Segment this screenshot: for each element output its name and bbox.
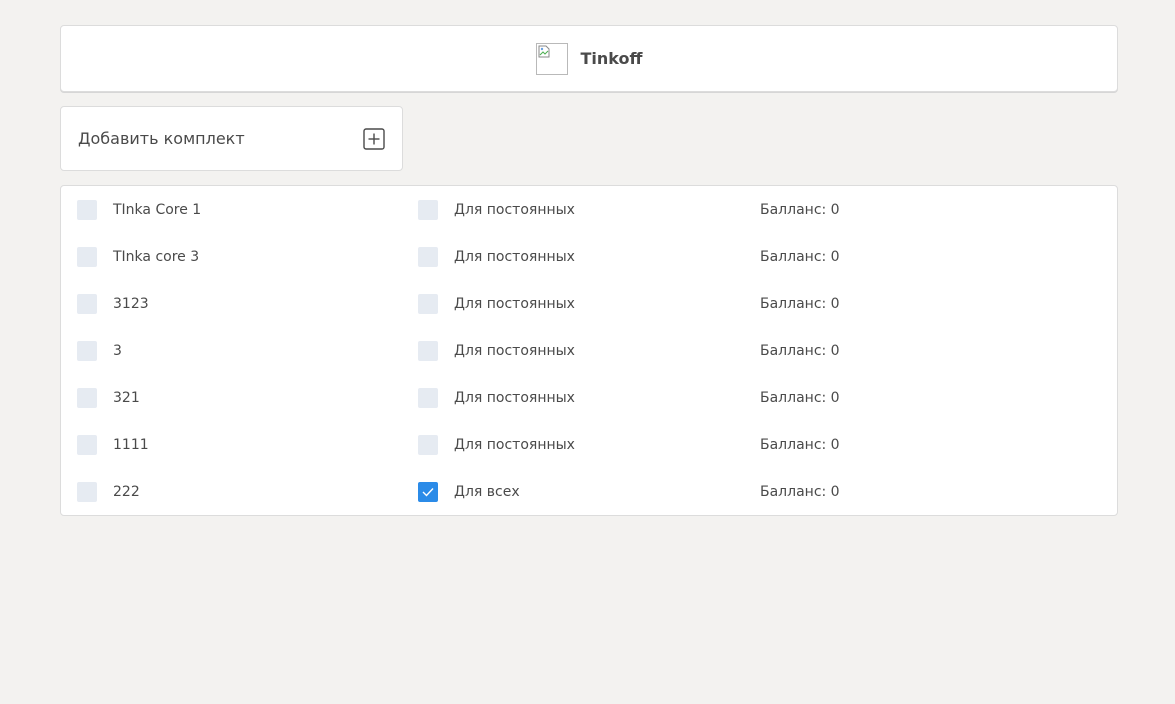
kit-type-label: Для постоянных bbox=[454, 296, 575, 312]
brand-name: Tinkoff bbox=[580, 49, 643, 68]
kit-type-checkbox[interactable] bbox=[418, 388, 438, 408]
kit-type-checkbox[interactable] bbox=[418, 294, 438, 314]
kits-list: TInka Core 1 Для постоянных Балланс: 0 TInk… bbox=[60, 185, 1118, 516]
kit-row: 222 Для всех Балланс: 0 bbox=[61, 468, 1117, 515]
broken-image-icon bbox=[538, 45, 550, 57]
add-kit-button[interactable]: Добавить комплект bbox=[60, 106, 403, 171]
kit-balance: Балланс: 0 bbox=[760, 249, 840, 265]
kit-type-label: Для постоянных bbox=[454, 249, 575, 265]
kit-type-checkbox[interactable] bbox=[418, 341, 438, 361]
kit-name: TInka Core 1 bbox=[113, 202, 202, 218]
kit-balance: Балланс: 0 bbox=[760, 437, 840, 453]
kit-type-label: Для постоянных bbox=[454, 437, 575, 453]
kit-name: 1111 bbox=[113, 437, 149, 453]
plus-square-icon[interactable] bbox=[363, 127, 385, 150]
kit-type-checkbox[interactable] bbox=[418, 247, 438, 267]
kit-select-checkbox[interactable] bbox=[77, 341, 97, 361]
kit-row: 1111 Для постоянных Балланс: 0 bbox=[61, 421, 1117, 468]
kit-name: 321 bbox=[113, 390, 140, 406]
kit-row: 321 Для постоянных Балланс: 0 bbox=[61, 374, 1117, 421]
kit-select-checkbox[interactable] bbox=[77, 435, 97, 455]
kit-type-label: Для постоянных bbox=[454, 202, 575, 218]
kit-name: 3 bbox=[113, 343, 122, 359]
kit-type-checkbox[interactable] bbox=[418, 435, 438, 455]
kit-balance: Балланс: 0 bbox=[760, 296, 840, 312]
add-kit-label: Добавить комплект bbox=[78, 129, 245, 148]
brand-logo-broken-image bbox=[535, 42, 568, 75]
kit-name: 3123 bbox=[113, 296, 149, 312]
kit-type-checkbox[interactable] bbox=[418, 482, 438, 502]
kit-row: TInka core 3 Для постоянных Балланс: 0 bbox=[61, 233, 1117, 280]
kit-row: TInka Core 1 Для постоянных Балланс: 0 bbox=[61, 186, 1117, 233]
kit-balance: Балланс: 0 bbox=[760, 202, 840, 218]
kit-name: TInka core 3 bbox=[113, 249, 200, 265]
kit-balance: Балланс: 0 bbox=[760, 484, 840, 500]
kit-balance: Балланс: 0 bbox=[760, 343, 840, 359]
kit-select-checkbox[interactable] bbox=[77, 294, 97, 314]
kit-select-checkbox[interactable] bbox=[77, 247, 97, 267]
kit-type-checkbox[interactable] bbox=[418, 200, 438, 220]
kit-name: 222 bbox=[113, 484, 140, 500]
kit-row: 3 Для постоянных Балланс: 0 bbox=[61, 327, 1117, 374]
header-card: Tinkoff bbox=[60, 25, 1118, 92]
checkmark-icon bbox=[422, 488, 434, 497]
kit-row: 3123 Для постоянных Балланс: 0 bbox=[61, 280, 1117, 327]
kit-select-checkbox[interactable] bbox=[77, 388, 97, 408]
kit-select-checkbox[interactable] bbox=[77, 482, 97, 502]
kit-type-label: Для всех bbox=[454, 484, 520, 500]
kit-balance: Балланс: 0 bbox=[760, 390, 840, 406]
kit-type-label: Для постоянных bbox=[454, 343, 575, 359]
kit-type-label: Для постоянных bbox=[454, 390, 575, 406]
kit-select-checkbox[interactable] bbox=[77, 200, 97, 220]
